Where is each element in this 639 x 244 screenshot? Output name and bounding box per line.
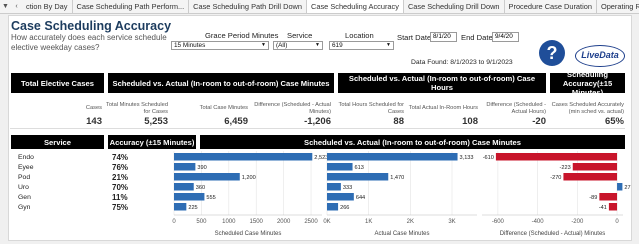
bar: [174, 203, 187, 211]
data-label: 225: [188, 205, 197, 211]
tick-label: 500: [196, 219, 207, 225]
data-label: 555: [206, 195, 215, 201]
data-label: -270: [550, 175, 561, 181]
data-label: 1,470: [390, 175, 404, 181]
tick-label: 1000: [222, 219, 236, 225]
bar: [174, 173, 240, 181]
tick-label: 2K: [407, 219, 414, 225]
tick-label: 2500: [304, 219, 318, 225]
data-label: 613: [355, 165, 364, 171]
data-label: 1,200: [242, 175, 256, 181]
bar: [495, 153, 618, 161]
data-label: 3,133: [460, 155, 474, 161]
bar: [327, 203, 339, 211]
tick-label: -400: [532, 219, 545, 225]
data-label: -89: [589, 195, 597, 201]
bar: [327, 173, 389, 181]
bar: [608, 203, 618, 211]
bar: [327, 193, 354, 201]
data-label: 266: [340, 205, 349, 211]
bar: [174, 163, 196, 171]
data-label: 27: [624, 185, 630, 191]
tick-label: 0K: [323, 219, 330, 225]
bar: [174, 193, 205, 201]
tick-label: 1500: [250, 219, 264, 225]
data-label: -610: [483, 155, 494, 161]
axis-title: Scheduled Case Minutes: [215, 231, 282, 237]
tick-label: 0: [615, 219, 619, 225]
tick-label: -200: [571, 219, 584, 225]
data-label: 644: [356, 195, 365, 201]
data-label: 2,523: [314, 155, 328, 161]
bar: [563, 173, 618, 181]
bar: [327, 183, 341, 191]
tick-label: 2000: [277, 219, 291, 225]
bar: [617, 183, 623, 191]
data-label: -223: [560, 165, 571, 171]
bar: [327, 153, 458, 161]
axis-title: Actual Case Minutes: [374, 231, 429, 237]
data-label: 333: [343, 185, 352, 191]
bar: [599, 193, 618, 201]
bar: [174, 153, 313, 161]
data-label: -41: [599, 205, 607, 211]
case-minutes-charts: 0 500 1000 1500 2000 2500 2,523 390 1,200 360555 2…: [172, 151, 631, 237]
bar: [327, 163, 353, 171]
tick-label: 0: [172, 219, 176, 225]
data-label: 360: [196, 185, 205, 191]
tick-label: 3K: [448, 219, 455, 225]
axis-title: Difference (Scheduled - Actual) Minutes: [500, 231, 606, 237]
bar: [572, 163, 618, 171]
tick-label: -600: [492, 219, 505, 225]
bar: [174, 183, 194, 191]
tick-label: 1K: [365, 219, 372, 225]
data-label: 390: [197, 165, 206, 171]
